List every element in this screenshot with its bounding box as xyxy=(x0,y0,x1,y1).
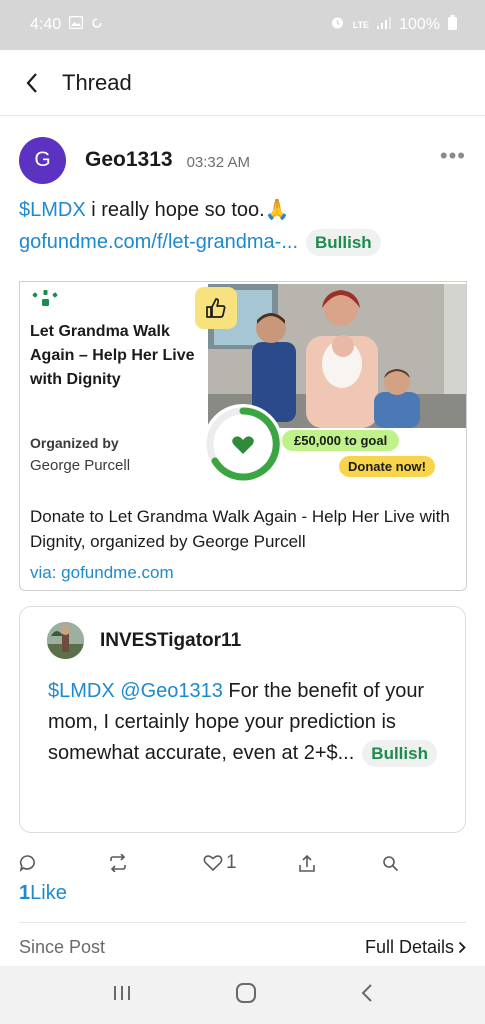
gallery-icon xyxy=(68,15,84,34)
quoted-post-card[interactable]: INVESTigator11 $LMDX @Geo1313 For the be… xyxy=(19,606,466,833)
top-bar: Thread xyxy=(0,50,485,116)
link-preview-card[interactable]: Let Grandma Walk Again – Help Her Live w… xyxy=(19,281,467,591)
like-count: 1 xyxy=(226,852,237,873)
action-bar: 1 xyxy=(19,848,466,878)
repost-icon xyxy=(110,854,126,872)
home-button[interactable] xyxy=(235,982,257,1009)
likes-label: Like xyxy=(30,882,67,904)
organized-by-label: Organized by xyxy=(30,435,119,451)
quoted-post-body: $LMDX @Geo1313 For the benefit of your m… xyxy=(48,676,451,769)
post-link[interactable]: gofundme.com/f/let-grandma-... xyxy=(19,231,298,253)
post-header: G Geo1313 03:32 AM ••• xyxy=(19,136,466,184)
organizer-name: George Purcell xyxy=(30,457,131,474)
full-details-link[interactable]: Full Details xyxy=(365,937,466,958)
post-time: 03:32 AM xyxy=(186,153,250,171)
goal-badge: £50,000 to goal xyxy=(282,430,400,451)
divider xyxy=(19,922,466,923)
sync-icon xyxy=(91,16,103,34)
chevron-right-icon xyxy=(458,941,466,954)
preview-source-link[interactable]: via: gofundme.com xyxy=(30,563,174,583)
preview-description-text: Donate to Let Grandma Walk Again - Help … xyxy=(30,507,450,551)
likes-summary[interactable]: 1Like xyxy=(19,882,67,905)
post-body: $LMDX i really hope so too.🙏 gofundme.co… xyxy=(19,194,465,258)
quoted-post-header: INVESTigator11 xyxy=(47,622,241,659)
reply-button[interactable] xyxy=(19,854,107,872)
heart-icon xyxy=(203,855,223,872)
share-button[interactable] xyxy=(298,854,382,873)
preview-image: Let Grandma Walk Again – Help Her Live w… xyxy=(20,282,466,492)
avatar[interactable]: G xyxy=(19,136,66,184)
more-options-icon[interactable]: ••• xyxy=(440,143,466,177)
status-time: 4:40 xyxy=(30,16,62,33)
sentiment-badge: Bullish xyxy=(306,229,381,256)
chevron-left-icon xyxy=(26,72,37,93)
home-icon xyxy=(235,982,256,1003)
footer-row: Since Post Full Details xyxy=(19,937,466,958)
quoted-cashtag[interactable]: $LMDX xyxy=(48,680,115,702)
signal-icon xyxy=(377,16,392,34)
comment-icon xyxy=(19,855,35,872)
campaign-title: Let Grandma Walk Again – Help Her Live w… xyxy=(30,323,195,388)
recent-apps-icon xyxy=(113,985,130,1000)
post-text: i really hope so too.🙏 xyxy=(85,199,290,221)
like-button[interactable]: 1 xyxy=(203,852,298,874)
network-label: LTE xyxy=(352,20,370,30)
likes-number: 1 xyxy=(19,882,31,904)
search-button[interactable] xyxy=(382,855,399,872)
system-back-button[interactable] xyxy=(360,983,374,1008)
quoted-username[interactable]: INVESTigator11 xyxy=(100,630,241,652)
preview-description: Donate to Let Grandma Walk Again - Help … xyxy=(30,504,466,554)
full-details-label: Full Details xyxy=(364,937,454,957)
since-post-label: Since Post xyxy=(19,937,106,957)
quoted-avatar[interactable] xyxy=(47,622,84,659)
recent-apps-button[interactable] xyxy=(112,984,132,1007)
search-icon xyxy=(383,855,399,871)
donate-now-button[interactable]: Donate now! xyxy=(339,456,435,477)
back-arrow-icon xyxy=(361,983,372,1002)
back-button[interactable] xyxy=(0,50,62,116)
battery-percent: 100% xyxy=(399,16,440,33)
progress-ring-icon xyxy=(203,404,283,484)
post-username[interactable]: Geo1313 xyxy=(85,148,173,172)
thumbs-up-badge-icon xyxy=(195,287,237,329)
quoted-sentiment-badge: Bullish xyxy=(362,740,437,767)
page-title: Thread xyxy=(62,69,132,95)
alarm-icon xyxy=(330,15,345,35)
status-bar: 4:40 LTE 100% xyxy=(0,0,485,50)
system-nav-bar xyxy=(0,966,485,1024)
gofundme-logo-icon xyxy=(32,290,58,306)
post-cashtag[interactable]: $LMDX xyxy=(19,199,86,221)
share-icon xyxy=(299,854,315,872)
repost-button[interactable] xyxy=(107,854,203,872)
battery-icon xyxy=(448,15,457,35)
quoted-mention[interactable]: @Geo1313 xyxy=(120,680,223,702)
